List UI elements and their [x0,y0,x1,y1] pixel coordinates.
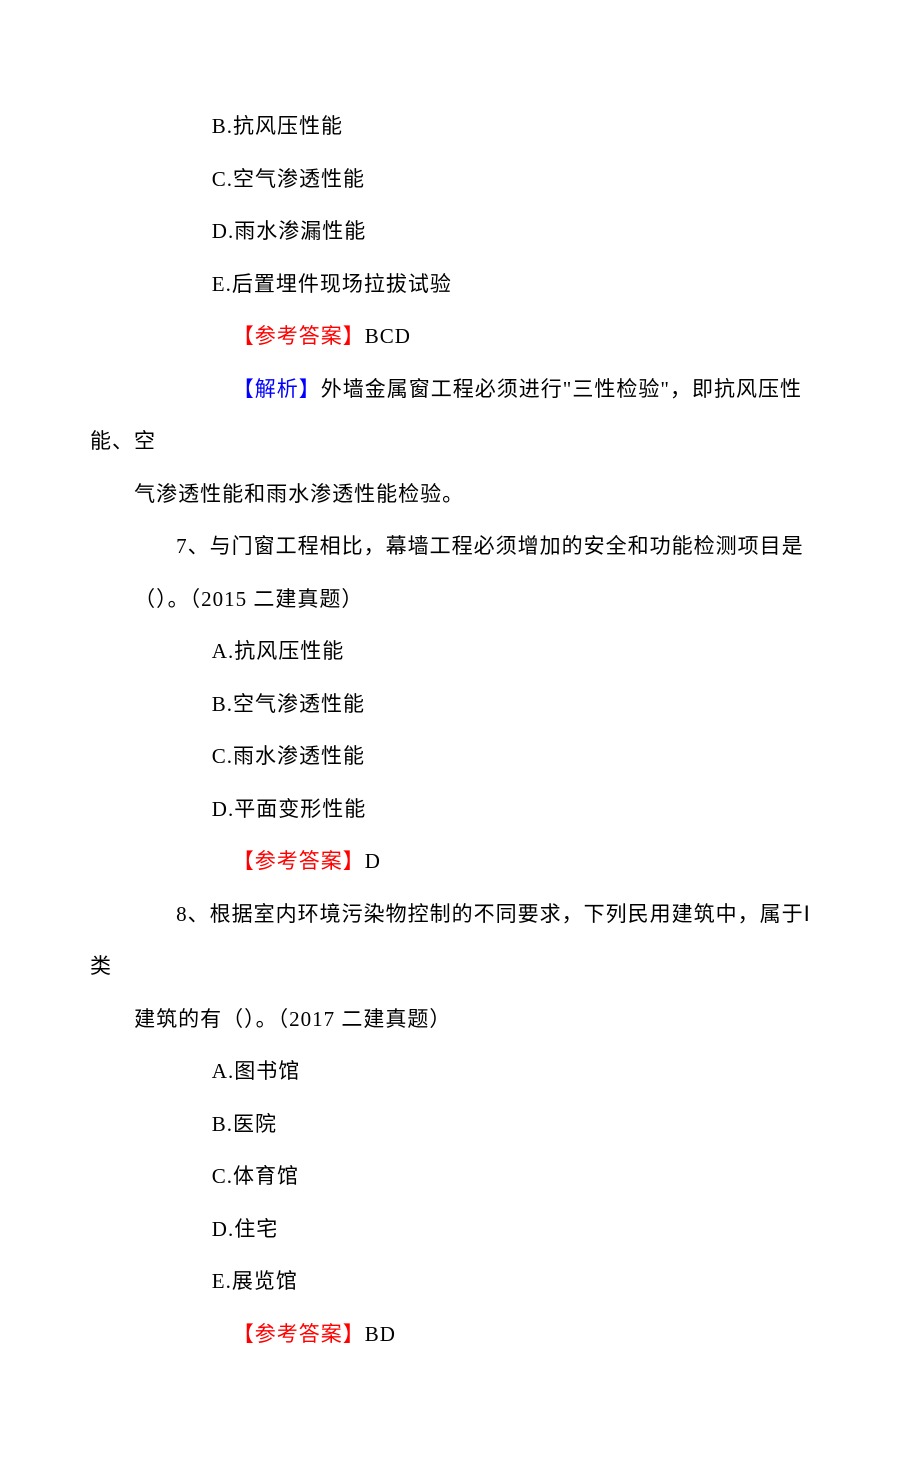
answer-value: BD [365,1322,396,1346]
q7-option-b: B.空气渗透性能 [90,678,830,731]
answer-6: 【参考答案】BCD [90,310,830,363]
option-c: C.空气渗透性能 [90,153,830,206]
answer-label: 【参考答案】 [233,324,365,348]
analysis-text-1: 外墙金属窗工程必须进行"三性检验"，即抗风压性能、空 [90,377,802,454]
answer-7: 【参考答案】D [90,835,830,888]
question-7-line-1: 7、与门窗工程相比，幕墙工程必须增加的安全和功能检测项目是 [90,520,830,573]
question-8-line-1: 8、根据室内环境污染物控制的不同要求，下列民用建筑中，属于Ⅰ类 [90,888,830,993]
q7-option-a: A.抗风压性能 [90,625,830,678]
q8-option-e: E.展览馆 [90,1255,830,1308]
option-b: B.抗风压性能 [90,100,830,153]
answer-label: 【参考答案】 [233,1322,365,1346]
answer-label: 【参考答案】 [233,849,365,873]
answer-value: D [365,849,381,873]
q8-option-a: A.图书馆 [90,1045,830,1098]
answer-value: BCD [365,324,411,348]
analysis-label: 【解析】 [233,377,321,401]
document-page: B.抗风压性能 C.空气渗透性能 D.雨水渗漏性能 E.后置埋件现场拉拔试验 【… [0,0,920,1460]
q8-option-c: C.体育馆 [90,1150,830,1203]
question-7-line-2: （）。（2015 二建真题） [90,573,830,626]
q8-option-d: D.住宅 [90,1203,830,1256]
option-e: E.后置埋件现场拉拔试验 [90,258,830,311]
q7-option-d: D.平面变形性能 [90,783,830,836]
answer-8: 【参考答案】BD [90,1308,830,1361]
q8-option-b: B.医院 [90,1098,830,1151]
analysis-line-1: 【解析】外墙金属窗工程必须进行"三性检验"，即抗风压性能、空 [90,363,830,468]
q7-option-c: C.雨水渗透性能 [90,730,830,783]
analysis-line-2: 气渗透性能和雨水渗透性能检验。 [90,468,830,521]
option-d: D.雨水渗漏性能 [90,205,830,258]
question-8-line-2: 建筑的有（）。（2017 二建真题） [90,993,830,1046]
